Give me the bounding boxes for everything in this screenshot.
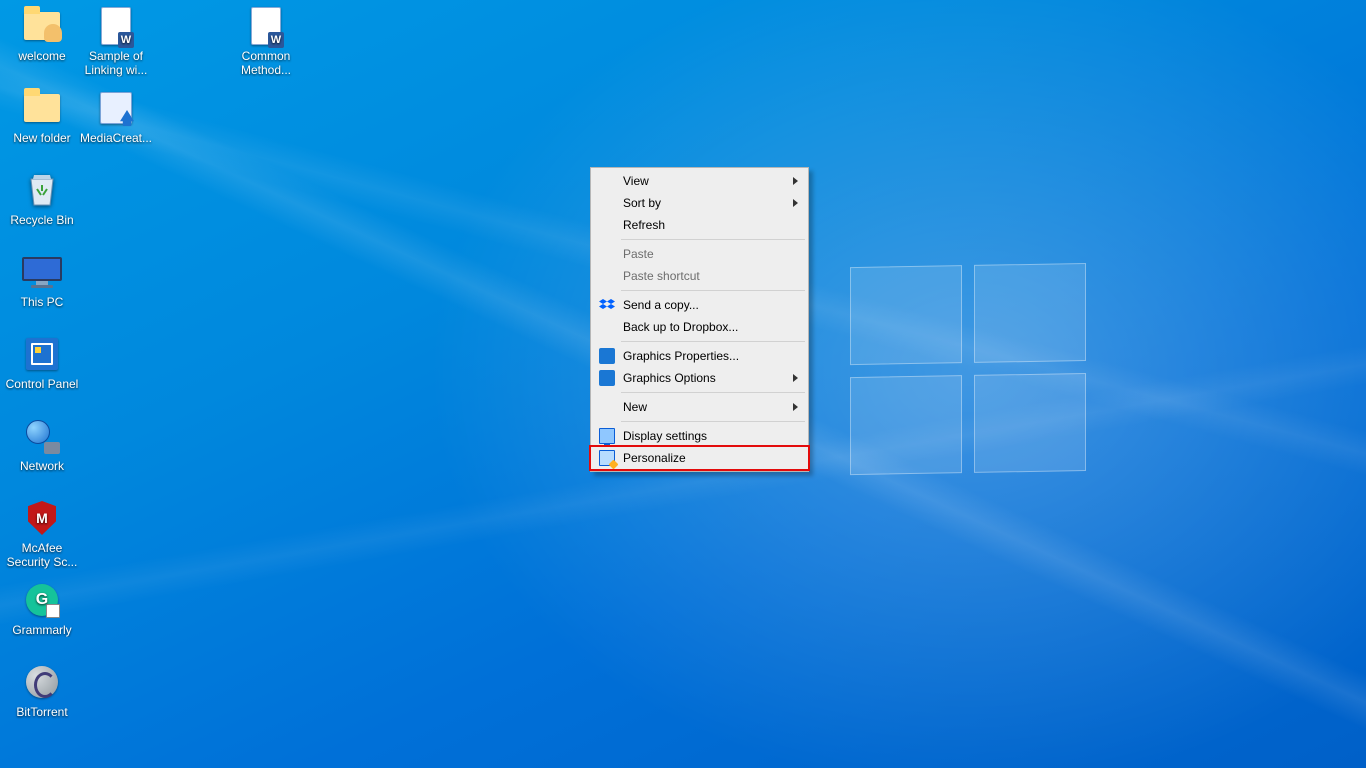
desktop-icon-grammarly[interactable]: Grammarly [4,580,80,637]
display-settings-icon [599,428,615,444]
desktop-icon-cpanel[interactable]: Control Panel [4,334,80,391]
desktop-icon-bittorrent[interactable]: BitTorrent [4,662,80,719]
mcafee-icon [28,501,56,535]
desktop-icon-label: Network [5,459,79,473]
submenu-arrow-icon [793,374,798,382]
desktop-icon-label: New folder [5,131,79,145]
intel-graphics-icon [599,370,615,386]
context-menu-separator [621,341,805,342]
context-menu-item-label: View [623,174,649,188]
dropbox-icon [599,297,615,313]
context-menu-item-refresh[interactable]: Refresh [593,214,806,236]
desktop-icon-label: Control Panel [5,377,79,391]
context-menu-item-label: Personalize [623,451,686,465]
context-menu-item-label: Back up to Dropbox... [623,320,738,334]
context-menu-item-label: Send a copy... [623,298,699,312]
desktop-icon-label: Recycle Bin [5,213,79,227]
user-folder-icon [24,12,60,40]
context-menu-separator [621,290,805,291]
desktop-icon-label: BitTorrent [5,705,79,719]
context-menu-item-view[interactable]: View [593,170,806,192]
submenu-arrow-icon [793,177,798,185]
this-pc-icon [22,257,62,287]
desktop-icon-thispc[interactable]: This PC [4,252,80,309]
desktop-icon-common[interactable]: Common Method... [228,6,304,77]
personalize-icon [599,450,615,466]
context-menu-item-back-up-to-dropbox[interactable]: Back up to Dropbox... [593,316,806,338]
desktop-icon-sample[interactable]: Sample of Linking wi... [78,6,154,77]
desktop-icon-label: MediaCreat... [79,131,153,145]
desktop-icon-label: welcome [5,49,79,63]
context-menu-item-display-settings[interactable]: Display settings [593,425,806,447]
context-menu-item-label: Paste shortcut [623,269,700,283]
context-menu-item-personalize[interactable]: Personalize [593,447,806,469]
context-menu-item-new[interactable]: New [593,396,806,418]
desktop-icon-label: This PC [5,295,79,309]
bittorrent-icon [26,666,58,698]
network-icon [26,420,58,452]
desktop-wallpaper[interactable]: welcomeSample of Linking wi... Common Met… [0,0,1366,768]
context-menu-item-label: Graphics Options [623,371,716,385]
desktop-icon-recycle[interactable]: Recycle Bin [4,170,80,227]
executable-icon [100,92,132,124]
context-menu-separator [621,421,805,422]
context-menu-item-graphics-options[interactable]: Graphics Options [593,367,806,389]
context-menu-item-label: Graphics Properties... [623,349,739,363]
desktop-icon-mediacreat[interactable]: MediaCreat... [78,88,154,145]
desktop-icon-network[interactable]: Network [4,416,80,473]
context-menu-item-label: Refresh [623,218,665,232]
context-menu-item-paste-shortcut: Paste shortcut [593,265,806,287]
desktop-context-menu: View Sort by Refresh Paste Paste shortcut Sen… [590,167,809,472]
desktop-icon-label: Common Method... [229,49,303,77]
folder-icon [24,94,60,122]
context-menu-item-label: Display settings [623,429,707,443]
windows-logo-wallpaper [850,263,1090,477]
submenu-arrow-icon [793,199,798,207]
context-menu-separator [621,392,805,393]
desktop-icon-label: Sample of Linking wi... [79,49,153,77]
submenu-arrow-icon [793,403,798,411]
control-panel-icon [26,338,58,370]
context-menu-item-graphics-properties[interactable]: Graphics Properties... [593,345,806,367]
context-menu-item-label: Sort by [623,196,661,210]
context-menu-item-label: New [623,400,647,414]
intel-graphics-icon [599,348,615,364]
context-menu-item-sort-by[interactable]: Sort by [593,192,806,214]
desktop-icon-mcafee[interactable]: McAfee Security Sc... [4,498,80,569]
desktop-icon-newfolder[interactable]: New folder [4,88,80,145]
desktop-icon-label: Grammarly [5,623,79,637]
context-menu-separator [621,239,805,240]
context-menu-item-paste: Paste [593,243,806,265]
desktop-icon-welcome[interactable]: welcome [4,6,80,63]
context-menu-item-label: Paste [623,247,654,261]
desktop-icon-label: McAfee Security Sc... [5,541,79,569]
grammarly-icon [26,584,58,616]
word-document-icon [101,7,131,45]
word-document-icon [251,7,281,45]
context-menu-item-send-a-copy[interactable]: Send a copy... [593,294,806,316]
recycle-bin-icon [25,171,59,209]
